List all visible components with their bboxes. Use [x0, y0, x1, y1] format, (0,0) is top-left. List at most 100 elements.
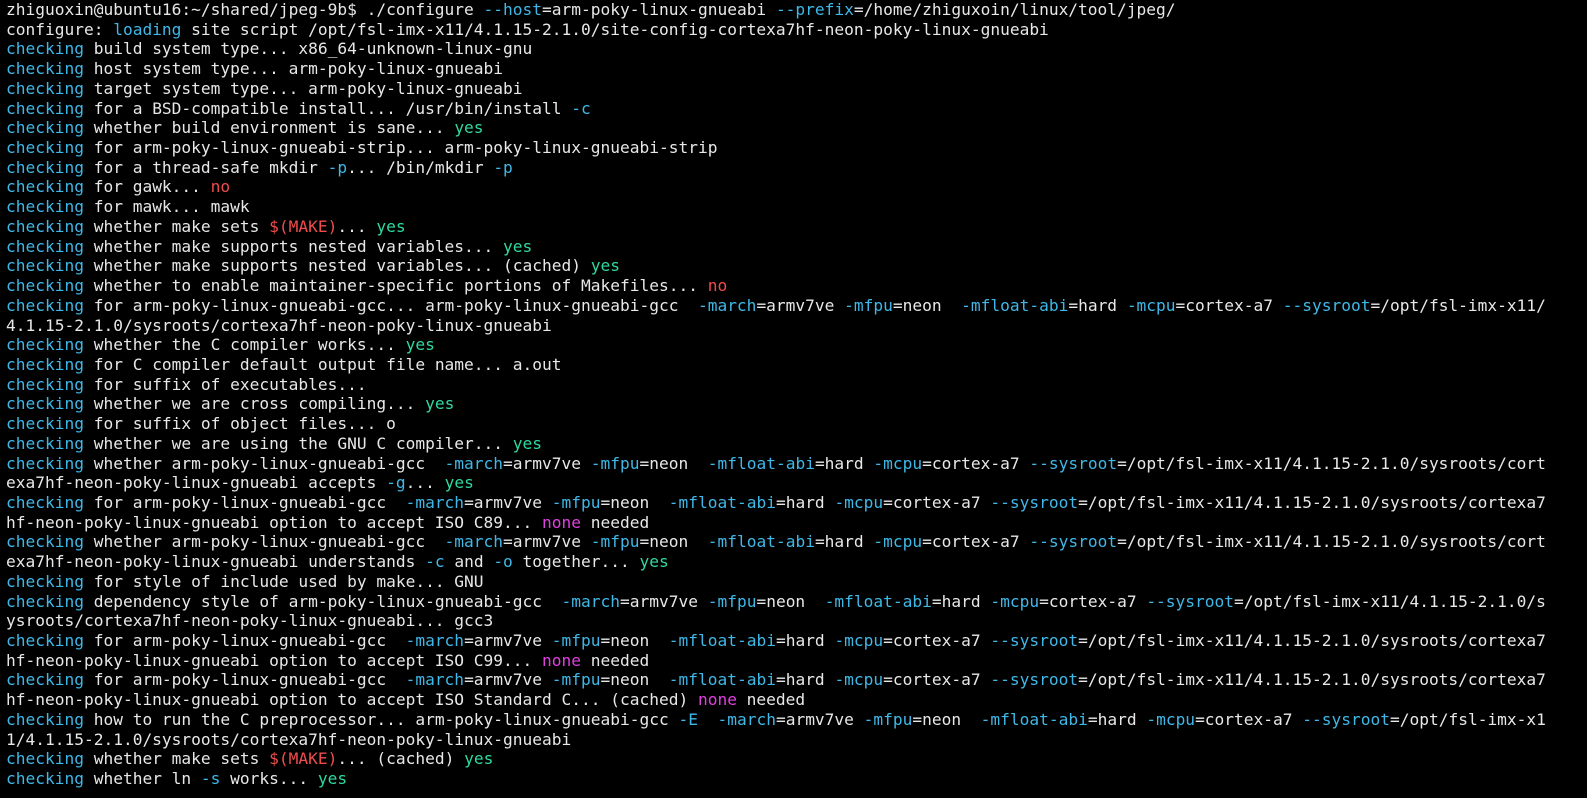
text-segment: site script /opt/fsl-imx-x11/4.1.15-2.1.…	[181, 19, 1049, 39]
checking-keyword: checking	[6, 394, 84, 414]
option-flag: -mcpu	[1126, 295, 1176, 315]
option-flag: -march	[717, 709, 776, 729]
text-segment: =cortex-a7	[1175, 295, 1283, 315]
text-segment: ...	[405, 473, 445, 493]
checking-keyword: checking	[6, 532, 84, 552]
text-segment: =neon	[912, 709, 981, 729]
text-segment: =neon	[892, 295, 962, 315]
text-segment: =cortex-a7	[1195, 709, 1303, 729]
option-flag: -mfpu	[844, 295, 893, 315]
text-segment: build system type... x86_64-unknown-linu…	[83, 39, 533, 59]
terminal-line: checking target system type... arm-poky-…	[6, 79, 1587, 99]
text-segment: =cortex-a7	[1039, 591, 1147, 611]
text-segment: 1/4.1.15-2.1.0/sysroots/cortexa7hf-neon-…	[6, 729, 572, 749]
terminal-line: exa7hf-neon-poky-linux-gnueabi accepts -…	[6, 473, 1587, 493]
result-yes: yes	[590, 256, 620, 276]
text-segment: =/opt/fsl-imx-x1	[1389, 709, 1546, 729]
text-segment: =armv7ve	[620, 591, 708, 611]
make-variable: $(MAKE)	[269, 216, 338, 236]
terminal-line: checking host system type... arm-poky-li…	[6, 59, 1587, 79]
option-flag: --host	[483, 0, 543, 19]
terminal-line: hf-neon-poky-linux-gnueabi option to acc…	[6, 651, 1587, 671]
text-segment: needed	[581, 650, 650, 670]
checking-keyword: checking	[6, 374, 84, 394]
text-segment: =armv7ve	[503, 453, 591, 473]
checking-keyword: checking	[6, 414, 84, 434]
result-yes: yes	[512, 433, 543, 453]
text-segment: =hard	[775, 670, 835, 690]
text-segment: whether make supports nested variables..…	[83, 256, 591, 276]
terminal-line: checking whether ln -s works... yes	[6, 769, 1587, 789]
terminal-line: checking whether the C compiler works...…	[6, 335, 1587, 355]
checking-keyword: checking	[6, 256, 84, 276]
text-segment: =neon	[756, 591, 825, 611]
terminal-line: checking whether make supports nested va…	[6, 256, 1587, 276]
text-segment: ...	[337, 216, 377, 236]
result-yes: yes	[503, 236, 533, 256]
text-segment: =cortex-a7	[883, 492, 991, 512]
option-flag: --sysroot	[1146, 591, 1235, 611]
checking-keyword: checking	[6, 591, 84, 611]
text-segment: for suffix of object files... o	[83, 414, 396, 434]
text-segment: =/opt/fsl-imx-x11/4.1.15-2.1.0/sysroots/…	[1078, 492, 1546, 512]
text-segment: =/opt/fsl-imx-x11/4.1.15-2.1.0/s	[1234, 591, 1546, 611]
result-yes: yes	[376, 216, 406, 236]
option-flag: -march	[444, 453, 504, 473]
checking-keyword: checking	[6, 670, 84, 690]
text-segment: whether we are using the GNU C compiler.…	[83, 433, 513, 453]
text-segment: for arm-poky-linux-gnueabi-gcc	[83, 670, 406, 690]
terminal-line: checking for arm-poky-linux-gnueabi-gcc …	[6, 631, 1587, 651]
text-segment: =hard	[931, 591, 991, 611]
terminal-output[interactable]: zhiguoxin@ubuntu16:~/shared/jpeg-9b$ ./c…	[0, 0, 1587, 798]
option-flag: -p	[493, 157, 513, 177]
terminal-line: checking whether make sets $(MAKE)... (c…	[6, 749, 1587, 769]
text-segment: whether we are cross compiling...	[83, 394, 426, 414]
text-segment: =arm-poky-linux-gnueabi	[542, 0, 776, 19]
option-flag: -march	[405, 631, 465, 650]
option-flag: --sysroot	[1282, 295, 1371, 315]
option-flag: --sysroot	[1029, 532, 1118, 552]
text-segment: works...	[220, 769, 318, 789]
terminal-line: exa7hf-neon-poky-linux-gnueabi understan…	[6, 552, 1587, 572]
text-segment: =armv7ve	[756, 295, 845, 315]
option-flag: -c	[425, 552, 445, 572]
option-flag: --sysroot	[990, 670, 1079, 690]
text-segment: exa7hf-neon-poky-linux-gnueabi understan…	[6, 552, 426, 572]
option-flag: -mfloat-abi	[707, 453, 815, 473]
text-segment: for a BSD-compatible install... /usr/bin…	[83, 98, 572, 118]
text-segment: whether arm-poky-linux-gnueabi-gcc	[83, 453, 445, 473]
text-segment: =neon	[639, 453, 708, 473]
text-segment: whether make supports nested variables..…	[83, 236, 504, 256]
terminal-line: checking build system type... x86_64-unk…	[6, 39, 1587, 59]
option-flag: --prefix	[775, 0, 854, 19]
terminal-line: checking for suffix of object files... o	[6, 414, 1587, 434]
result-yes: yes	[454, 118, 484, 138]
option-flag: -mcpu	[873, 453, 923, 473]
terminal-line: checking whether make supports nested va…	[6, 237, 1587, 257]
option-flag: -mfloat-abi	[824, 591, 932, 611]
terminal-line: checking how to run the C preprocessor..…	[6, 710, 1587, 730]
text-segment: =cortex-a7	[883, 631, 991, 650]
text-segment: =/opt/fsl-imx-x11/	[1370, 295, 1546, 315]
text-segment: for a thread-safe mkdir	[83, 157, 328, 177]
text-segment: for arm-poky-linux-gnueabi-gcc	[83, 631, 406, 650]
text-segment: for suffix of executables...	[83, 374, 367, 394]
option-flag: -march	[697, 295, 757, 315]
text-segment: whether the C compiler works...	[83, 335, 406, 355]
result-none: none	[697, 690, 737, 710]
terminal-line: checking whether make sets $(MAKE)... ye…	[6, 217, 1587, 237]
option-flag: -mfloat-abi	[668, 492, 776, 512]
text-segment: hf-neon-poky-linux-gnueabi option to acc…	[6, 650, 543, 670]
checking-keyword: checking	[6, 216, 84, 236]
text-segment: 4.1.15-2.1.0/sysroots/cortexa7hf-neon-po…	[6, 315, 552, 335]
terminal-line: checking whether we are cross compiling.…	[6, 394, 1587, 414]
text-segment: for arm-poky-linux-gnueabi-strip... arm-…	[83, 138, 718, 158]
text-segment: whether make sets	[83, 749, 270, 769]
option-flag: -mfpu	[590, 453, 640, 473]
text-segment: =cortex-a7	[922, 453, 1030, 473]
text-segment: whether ln	[83, 769, 201, 789]
text-segment: needed	[736, 690, 806, 710]
text-segment: configure:	[6, 19, 114, 39]
option-flag: -mcpu	[873, 532, 923, 552]
option-flag: --sysroot	[990, 631, 1079, 650]
